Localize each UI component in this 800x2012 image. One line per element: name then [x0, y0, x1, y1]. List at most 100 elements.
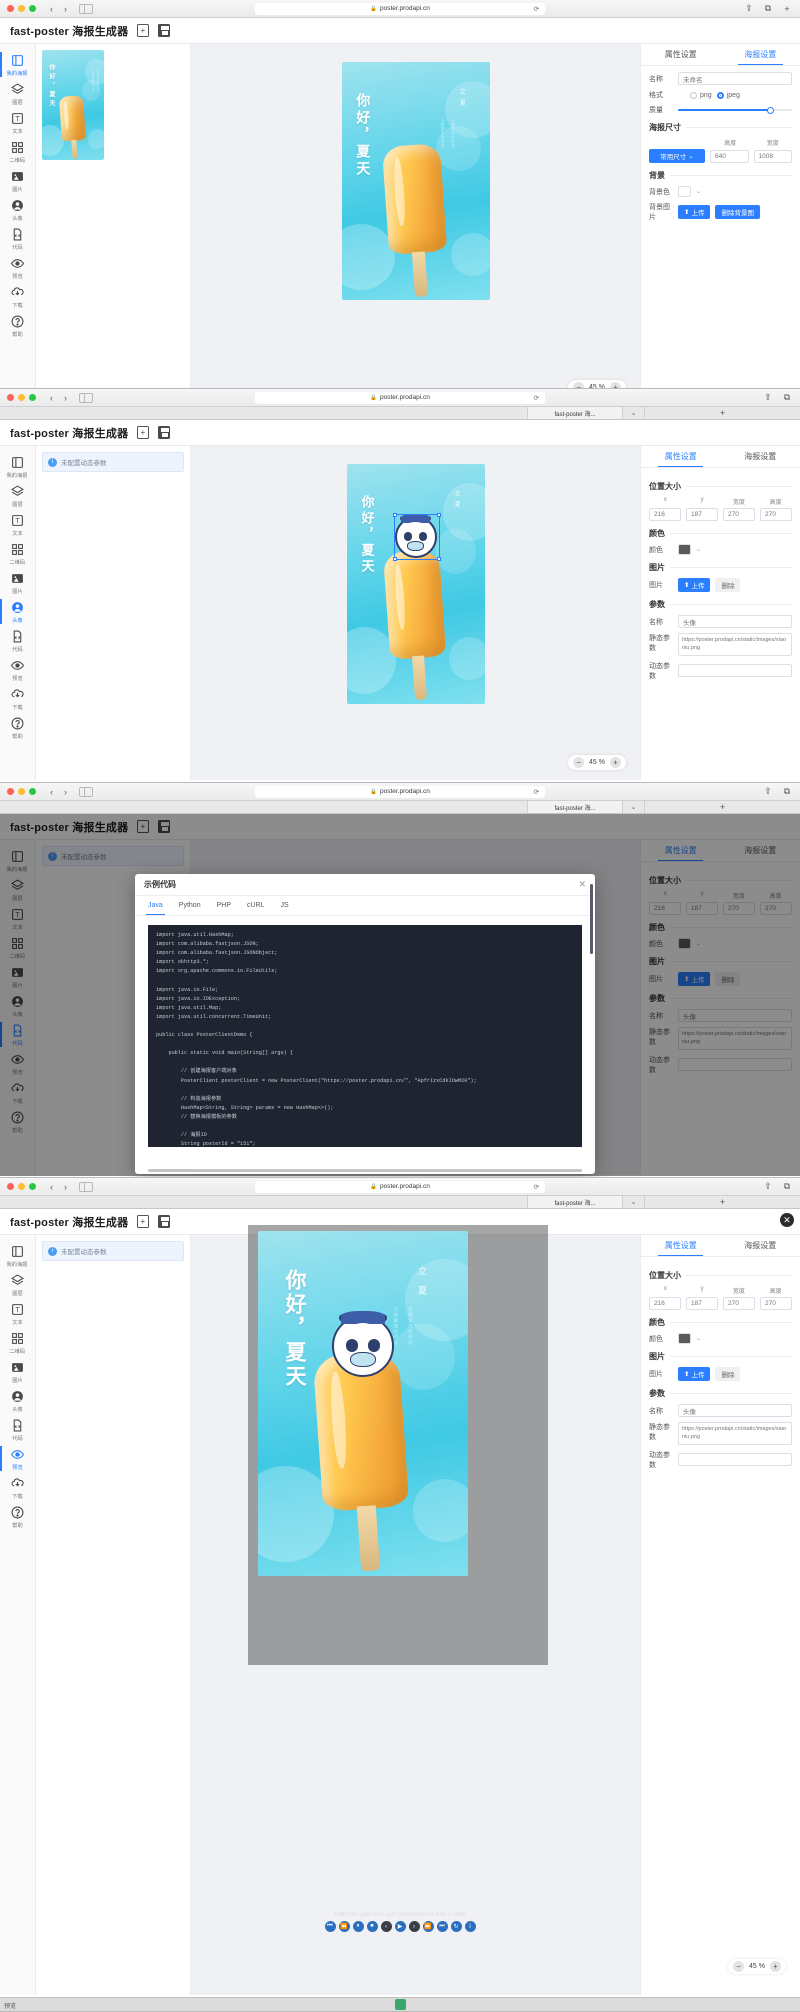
sidebar-item-code[interactable]: 代码	[0, 224, 36, 253]
right-panel-4[interactable]: 属性设置 海报设置 位置大小 x y 宽度 高度 216	[640, 1235, 800, 1995]
name-input[interactable]: 未命名	[678, 72, 792, 85]
sidebar-item-preview[interactable]: 预览	[0, 253, 36, 282]
width-input[interactable]: 270	[723, 508, 755, 521]
chrome-right-buttons[interactable]: ⇪ ⧉	[762, 786, 793, 798]
sidebar-nav-1[interactable]: 我的海报 图层 T 文本	[0, 44, 36, 389]
browser-nav-buttons[interactable]: ‹ ›	[46, 393, 71, 403]
new-document-icon[interactable]	[137, 426, 149, 439]
code-vertical-scrollbar[interactable]	[590, 884, 593, 954]
tab-property-settings[interactable]: 属性设置	[641, 1235, 721, 1256]
preview-poster-wrap[interactable]: 你好，夏天 立 夏 万物繁茂的时光 万物繁茂的时光	[258, 1231, 468, 1576]
tab-poster-settings[interactable]: 海报设置	[721, 446, 800, 467]
selection-box[interactable]	[394, 514, 440, 560]
new-document-icon[interactable]	[137, 1215, 149, 1228]
new-tab-button[interactable]: +	[645, 1196, 800, 1208]
tab-php[interactable]: PHP	[217, 902, 231, 909]
chevron-down-icon[interactable]: ⌄	[696, 546, 701, 553]
zoom-in-icon[interactable]: +	[610, 757, 621, 768]
radio-circle-icon[interactable]	[690, 92, 697, 99]
sidebar-item-layers[interactable]: 图层	[0, 79, 36, 108]
browser-tab[interactable]: fast-poster 海...	[528, 407, 623, 419]
browser-tab[interactable]: fast-poster 海...	[528, 801, 623, 813]
sidebar-item-layers[interactable]: 图层	[0, 481, 36, 510]
reload-icon[interactable]: ⟳	[534, 394, 539, 402]
canvas-area-1[interactable]: 你好，夏天 立 夏 万物繁茂的时光 万物繁茂的时光 − 45 % +	[191, 44, 640, 389]
radio-circle-selected-icon[interactable]	[717, 92, 724, 99]
tab-overflow-icon[interactable]: ⌄	[623, 407, 645, 419]
sidebar-item-help[interactable]: 帮助	[0, 311, 36, 340]
browser-tab[interactable]: fast-poster 海...	[528, 1196, 623, 1208]
zoom-control-2[interactable]: − 45 % +	[568, 755, 626, 770]
x-input[interactable]: 216	[649, 1297, 681, 1310]
tab-overflow-icon[interactable]: ⌄	[623, 801, 645, 813]
upload-bg-button[interactable]: ⬆ 上传	[678, 205, 710, 219]
static-param-input[interactable]: https://poster.prodapi.cn/static/images/…	[678, 633, 792, 656]
sidebar-item-qrcode[interactable]: 二维码	[0, 1328, 36, 1357]
window-traffic-lights[interactable]	[7, 1183, 36, 1190]
radio-jpeg[interactable]: jpeg	[717, 92, 740, 99]
share-icon[interactable]: ⇪	[762, 786, 774, 798]
zoom-out-icon[interactable]: −	[733, 1961, 744, 1972]
new-tab-button[interactable]: +	[645, 801, 800, 813]
back-icon[interactable]: ‹	[46, 4, 57, 14]
avatar-element[interactable]	[332, 1315, 394, 1377]
close-window-button[interactable]	[7, 1183, 14, 1190]
back-icon[interactable]: ‹	[46, 393, 57, 403]
y-input[interactable]: 187	[686, 508, 718, 521]
forward-icon[interactable]: ›	[60, 1182, 71, 1192]
sidebar-item-text[interactable]: T 文本	[0, 108, 36, 137]
new-tab-icon[interactable]: ⧉	[781, 392, 793, 404]
tab-strip[interactable]: fast-poster 海... ⌄ +	[0, 801, 800, 814]
close-window-button[interactable]	[7, 788, 14, 795]
app-icon[interactable]	[395, 1999, 406, 2010]
right-panel-tabs[interactable]: 属性设置 海报设置	[641, 1235, 800, 1257]
share-icon[interactable]: ⇪	[743, 3, 755, 15]
reload-icon[interactable]: ⟳	[534, 5, 539, 13]
sidebar-item-text[interactable]: T 文本	[0, 510, 36, 539]
back-icon[interactable]: ‹	[46, 787, 57, 797]
tab-overflow-icon[interactable]: ⌄	[623, 1196, 645, 1208]
reload-icon[interactable]: ⟳	[534, 1183, 539, 1191]
height-input[interactable]: 270	[760, 1297, 792, 1310]
forward-icon[interactable]: ⏩	[423, 1921, 434, 1932]
sidebar-item-my-poster[interactable]: 我的海报	[0, 1241, 36, 1270]
sidebar-item-avatar[interactable]: 头像	[0, 195, 36, 224]
chrome-right-buttons[interactable]: ⇪ ⧉ +	[743, 3, 793, 15]
window-traffic-lights[interactable]	[7, 5, 36, 12]
poster-canvas[interactable]: 你好，夏天 立 夏 万物繁茂的时光 万物繁茂的时光	[342, 62, 490, 300]
code-language-tabs[interactable]: Java Python PHP cURL JS	[135, 896, 595, 916]
browser-nav-buttons[interactable]: ‹ ›	[46, 4, 71, 14]
x-input[interactable]: 216	[649, 508, 681, 521]
param-list-4[interactable]: i 未配置动态参数	[36, 1235, 191, 1995]
sidebar-icon[interactable]	[79, 1182, 93, 1192]
right-panel-2[interactable]: 属性设置 海报设置 位置大小 x y 宽度 高度 216	[640, 446, 800, 780]
minimize-window-button[interactable]	[18, 5, 25, 12]
rewind-icon[interactable]: ⏪	[339, 1921, 350, 1932]
sidebar-item-help[interactable]: 帮助	[0, 1502, 36, 1531]
tab-js[interactable]: JS	[281, 902, 289, 909]
maximize-window-button[interactable]	[29, 5, 36, 12]
y-input[interactable]: 187	[686, 1297, 718, 1310]
size-preset-button[interactable]: 常用尺寸 ⌄	[649, 149, 705, 163]
prev-icon[interactable]: ‹	[381, 1921, 392, 1932]
sidebar-nav-2[interactable]: 我的海报 图层 T 文本 二维码 图片	[0, 446, 36, 780]
save-icon[interactable]	[158, 1215, 170, 1228]
maximize-window-button[interactable]	[29, 394, 36, 401]
sidebar-item-download[interactable]: 下载	[0, 684, 36, 713]
radio-png[interactable]: png	[690, 92, 712, 99]
param-list-2[interactable]: i 未配置动态参数	[36, 446, 191, 780]
tab-java[interactable]: Java	[148, 902, 163, 909]
address-bar[interactable]: 🔒 poster.prodapi.cn ⟳	[255, 1181, 545, 1193]
sidebar-item-preview[interactable]: 预览	[0, 655, 36, 684]
sidebar-item-my-poster[interactable]: 我的海报	[0, 452, 36, 481]
chevron-down-icon[interactable]: ⌄	[696, 1335, 701, 1342]
tab-property-settings[interactable]: 属性设置	[641, 44, 721, 65]
taskbar[interactable]: 预览	[0, 1997, 800, 2011]
back-icon[interactable]: ‹	[46, 1182, 57, 1192]
code-horizontal-scrollbar[interactable]	[148, 1169, 582, 1172]
sidebar-item-code[interactable]: 代码	[0, 1415, 36, 1444]
browser-nav-buttons[interactable]: ‹ ›	[46, 1182, 71, 1192]
minimize-window-button[interactable]	[18, 788, 25, 795]
stop-icon[interactable]: ⏹	[367, 1921, 378, 1932]
sidebar-item-qrcode[interactable]: 二维码	[0, 539, 36, 568]
